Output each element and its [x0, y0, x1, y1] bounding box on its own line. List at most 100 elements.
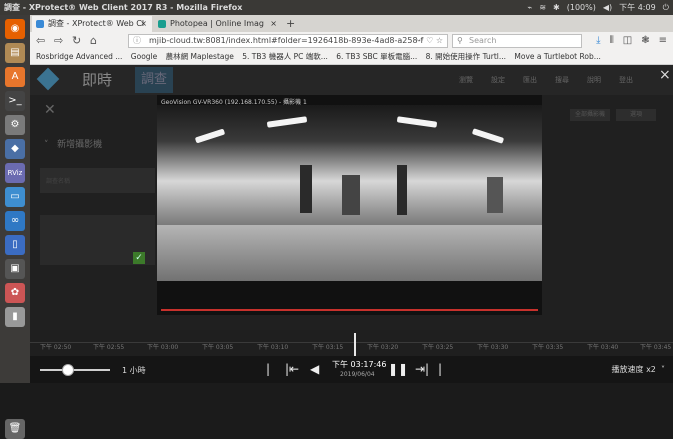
timeline-tick: 下午 03:15 — [312, 344, 344, 351]
tab-xprotect[interactable]: 調查 - XProtect® Web Cl × — [32, 16, 152, 32]
software-center-icon[interactable]: A — [5, 67, 25, 87]
battery-status[interactable]: (100%) — [567, 0, 596, 15]
header-menu-item[interactable]: 匯出 — [523, 75, 537, 85]
xprotect-tab-icon — [36, 20, 44, 28]
header-menu-item[interactable]: 瀏覽 — [459, 75, 473, 85]
tab-photopea[interactable]: Photopea | Online Imag × — [154, 16, 282, 32]
bookmark-item[interactable]: Move a Turtlebot Rob... — [514, 52, 600, 61]
bookmark-item[interactable]: Google — [131, 52, 157, 61]
investigation-name-field[interactable]: 調查名稱 — [40, 168, 155, 193]
next-sequence-icon[interactable]: | — [438, 362, 442, 376]
recording-indicator-bar — [161, 309, 538, 311]
current-time: 下午 03:17:46 — [332, 360, 387, 369]
sidebar-icon[interactable]: ◫ — [623, 33, 632, 49]
volume-icon[interactable]: ◀) — [603, 0, 612, 15]
pause-icon[interactable]: ❚❚ — [388, 362, 408, 376]
bookmark-item[interactable]: Rosbridge Advanced ... — [36, 52, 122, 61]
reload-icon[interactable]: ↻ — [72, 33, 81, 49]
home-icon[interactable]: ⌂ — [90, 33, 97, 49]
timeline-cursor[interactable] — [354, 333, 356, 357]
header-menu-item[interactable]: 登出 — [619, 75, 633, 85]
header-menu-item[interactable]: 設定 — [491, 75, 505, 85]
usb-drive-icon[interactable]: ▮ — [5, 307, 25, 327]
bookmark-item[interactable]: 農林網 Maplestage — [166, 52, 234, 61]
header-menu-item[interactable]: 搜尋 — [555, 75, 569, 85]
tab-live[interactable]: 即時 — [82, 69, 112, 90]
play-reverse-icon[interactable]: ◀ — [310, 362, 319, 376]
rviz-icon[interactable]: RViz — [5, 163, 25, 183]
url-text: mjib-cloud.tw:8081/index.html#folder=192… — [149, 36, 424, 45]
url-bar[interactable]: ⓘ mjib-cloud.tw:8081/index.html#folder=1… — [128, 34, 448, 48]
close-investigation-icon[interactable]: ✕ — [44, 102, 56, 118]
close-playback-icon[interactable]: × — [659, 67, 671, 83]
timeline-tick: 下午 03:40 — [587, 344, 619, 351]
panoramic-video-frame — [157, 105, 542, 305]
forward-icon[interactable]: ⇨ — [54, 33, 63, 49]
toolbar-icons: ⤓ ⫴ ◫ ❃ ≡ — [596, 33, 667, 49]
close-tab-icon[interactable]: × — [140, 16, 147, 32]
video-player[interactable]: GeoVision GV-VR360 (192.168.170.55) - 攝影… — [157, 95, 542, 315]
options-dropdown[interactable]: 選項 — [616, 109, 656, 121]
tab-investigate[interactable]: 調查 — [135, 67, 173, 93]
playback-controls: 1 小時 | |⇤ ◀ 下午 03:17:46 2019/06/04 ❚❚ ⇥|… — [30, 356, 673, 383]
power-icon[interactable]: ⏻ — [663, 0, 669, 15]
ceiling-light — [266, 116, 308, 128]
timeline[interactable]: 下午 02:50 下午 02:55 下午 03:00 下午 03:05 下午 0… — [30, 330, 673, 356]
timeline-track[interactable] — [30, 334, 673, 343]
timeline-tick: 下午 03:05 — [202, 344, 234, 351]
checkbox-checked-icon[interactable]: ✓ — [133, 252, 145, 264]
zoom-slider-track[interactable] — [40, 369, 110, 371]
bookmark-item[interactable]: 5. TB3 機器人 PC 端軟... — [242, 52, 328, 61]
timeline-tick: 下午 03:30 — [477, 344, 509, 351]
camera-filter-dropdown[interactable]: 全部攝影機 — [570, 109, 610, 121]
new-tab-button[interactable]: + — [286, 15, 295, 32]
terminal-icon[interactable]: >_ — [5, 91, 25, 111]
settings-icon[interactable]: ⚙ — [5, 115, 25, 135]
search-icon: ⚲ — [457, 36, 463, 45]
infinity-icon[interactable]: ∞ — [5, 211, 25, 231]
step-forward-icon[interactable]: ⇥| — [415, 362, 429, 376]
bookmark-item[interactable]: 6. TB3 SBC 單板電腦... — [336, 52, 417, 61]
bookmark-item[interactable]: 8. 開始使用操作 Turtl... — [426, 52, 506, 61]
system-tray[interactable]: ⌁ ≋ ✱ (100%) ◀) 下午 4:09 ⏻ — [528, 0, 669, 15]
app-launcher: ◉ ▤ A >_ ⚙ ◆ RViz ▭ ∞ ▯ ▣ ✿ ▮ 🗑 — [0, 15, 30, 439]
close-tab-icon[interactable]: × — [270, 16, 277, 32]
app-icon[interactable]: ◆ — [5, 139, 25, 159]
menu-icon[interactable]: ≡ — [659, 33, 667, 49]
document-icon[interactable]: ▯ — [5, 235, 25, 255]
clock[interactable]: 下午 4:09 — [619, 0, 656, 15]
header-menu-item[interactable]: 說明 — [587, 75, 601, 85]
wifi-icon[interactable]: ≋ — [539, 0, 546, 15]
image-viewer-icon[interactable]: ▣ — [5, 259, 25, 279]
app-icon[interactable]: ✿ — [5, 283, 25, 303]
browser-navbar: ⇦ ⇨ ↻ ⌂ ⓘ mjib-cloud.tw:8081/index.html#… — [30, 32, 673, 51]
site-info-icon[interactable]: ⓘ — [133, 35, 141, 47]
step-back-icon[interactable]: |⇤ — [285, 362, 299, 376]
doorway — [397, 165, 407, 215]
previous-sequence-icon[interactable]: | — [266, 362, 270, 376]
back-icon[interactable]: ⇦ — [36, 33, 45, 49]
ceiling-light — [396, 116, 438, 128]
playback-speed-label: 播放速度 x2 — [611, 365, 656, 374]
doorway — [342, 175, 360, 215]
firefox-icon[interactable]: ◉ — [5, 19, 25, 39]
library-icon[interactable]: ⫴ — [610, 33, 614, 49]
app-icon[interactable]: ▭ — [5, 187, 25, 207]
zoom-slider-handle[interactable] — [62, 364, 74, 376]
milestone-logo-icon — [36, 67, 60, 91]
playback-speed-dropdown[interactable]: 播放速度 x2 ˅ — [612, 364, 665, 375]
timeline-tick: 下午 03:20 — [367, 344, 399, 351]
bluetooth-icon[interactable]: ✱ — [553, 0, 560, 15]
add-camera-section[interactable]: ˅ 新增攝影機 — [44, 137, 102, 150]
tab-label: 調查 - XProtect® Web Cl — [48, 19, 145, 28]
extension-icon[interactable]: ❃ — [641, 33, 649, 49]
network-icon[interactable]: ⌁ — [528, 0, 533, 15]
search-input[interactable]: ⚲ Search — [452, 34, 582, 48]
download-icon[interactable]: ⤓ — [596, 33, 600, 49]
files-icon[interactable]: ▤ — [5, 43, 25, 63]
page-actions-icon[interactable]: ··· ♡ ☆ — [416, 35, 443, 47]
timeline-tick: 下午 03:35 — [532, 344, 564, 351]
zoom-level-label: 1 小時 — [122, 366, 146, 375]
timeline-tick: 下午 02:50 — [40, 344, 72, 351]
trash-icon[interactable]: 🗑 — [5, 419, 25, 439]
